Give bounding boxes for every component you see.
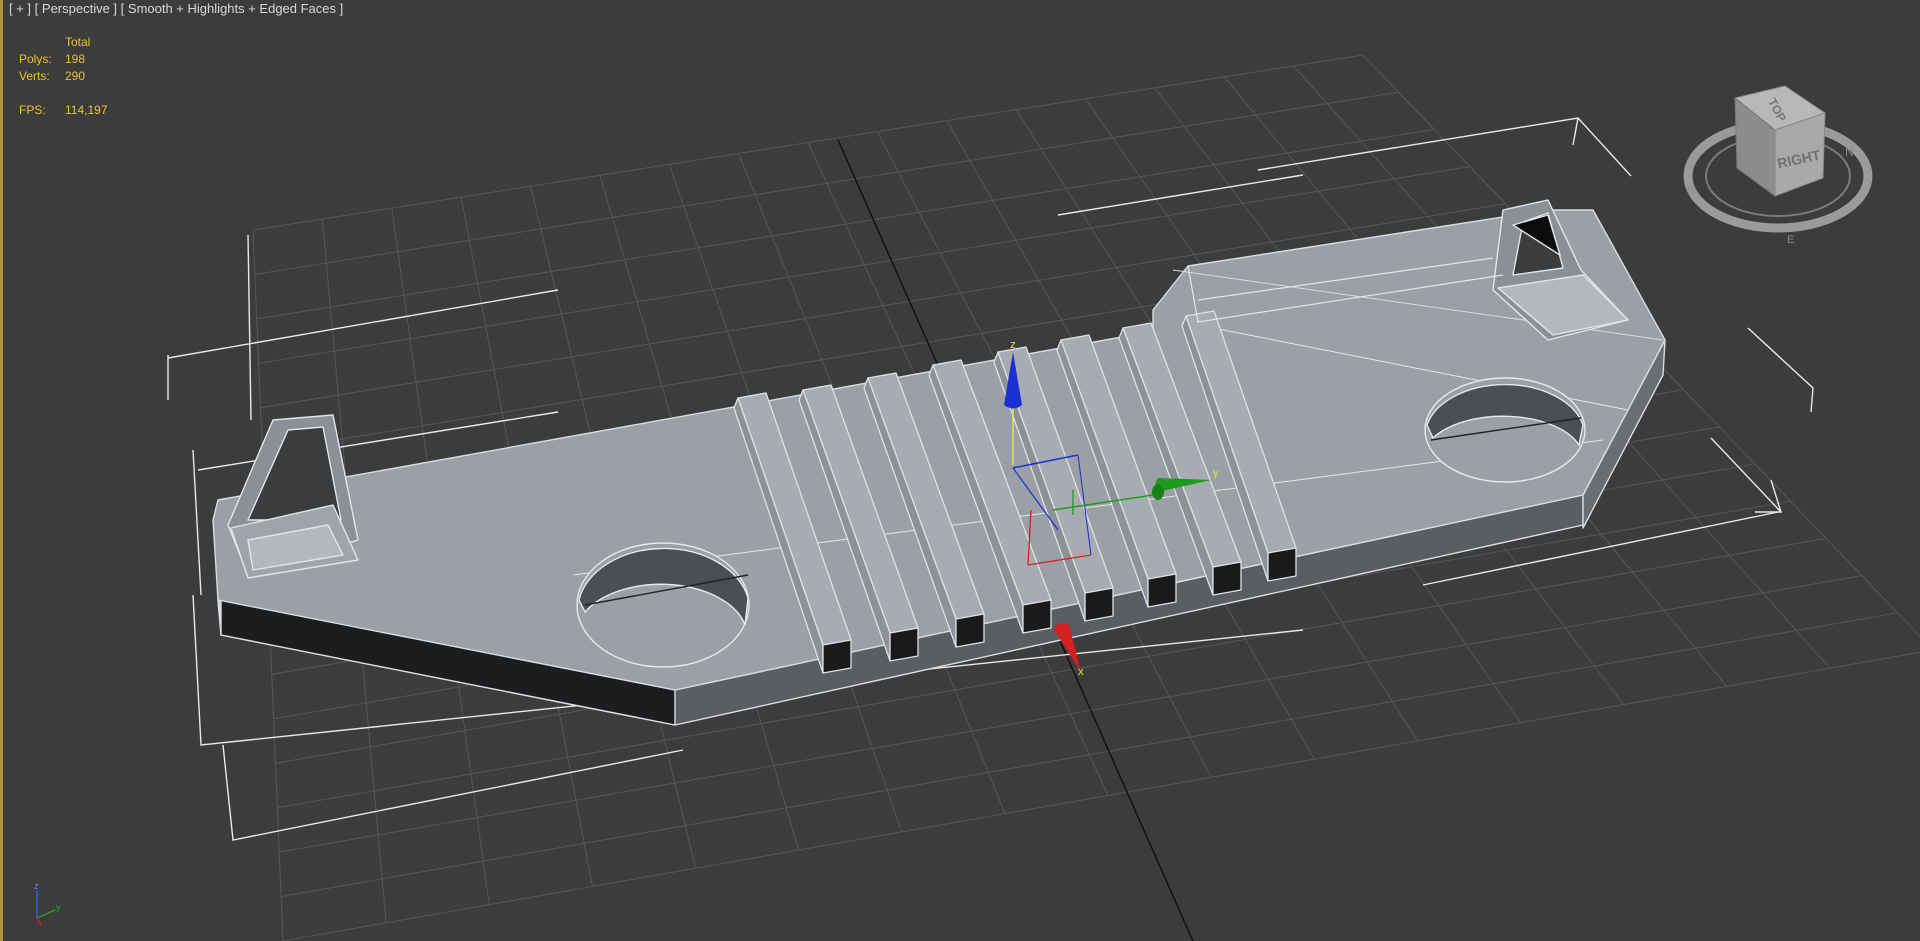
polys-value: 198 bbox=[65, 52, 86, 66]
svg-text:z: z bbox=[34, 881, 39, 891]
stats-header: Total bbox=[65, 35, 91, 49]
perspective-viewport[interactable]: z y x [ + ] [ Perspective ] [ Smooth + H… bbox=[0, 0, 1920, 941]
statistics-overlay: Total Polys: 198 Verts: 290 FPS: 114,197 bbox=[19, 34, 108, 119]
rib-end bbox=[1147, 573, 1177, 608]
rib-end bbox=[1212, 561, 1242, 596]
fps-value: 114,197 bbox=[65, 103, 108, 117]
viewport-label-menu[interactable]: [ + ] [ Perspective ] [ Smooth + Highlig… bbox=[9, 1, 343, 16]
rib-end bbox=[955, 613, 985, 648]
viewcube[interactable]: S N E TOP RIGHT bbox=[1675, 78, 1875, 258]
verts-label: Verts: bbox=[19, 69, 50, 83]
svg-text:y: y bbox=[56, 902, 61, 912]
gizmo-x-label: x bbox=[1078, 666, 1084, 678]
hole-right bbox=[1424, 377, 1586, 483]
axis-tripod-icon: z y bbox=[34, 881, 61, 927]
svg-text:E: E bbox=[1787, 234, 1794, 246]
viewport-plus-menu[interactable]: [ + ] bbox=[9, 1, 31, 16]
scene-canvas[interactable]: z y x bbox=[3, 0, 1920, 941]
viewport-view-menu[interactable]: [ Perspective ] bbox=[35, 1, 117, 16]
fps-label: FPS: bbox=[19, 103, 46, 117]
gizmo-y-label: y bbox=[1213, 467, 1219, 479]
left-bracket bbox=[227, 414, 359, 579]
rib-end bbox=[1022, 599, 1052, 634]
viewport-shading-menu[interactable]: [ Smooth + Highlights + Edged Faces ] bbox=[121, 1, 344, 16]
rib-end bbox=[1267, 547, 1297, 582]
hole-left bbox=[576, 542, 750, 668]
rib-end bbox=[889, 627, 919, 662]
verts-value: 290 bbox=[65, 69, 86, 83]
svg-text:N: N bbox=[1845, 145, 1854, 159]
gizmo-z-label: z bbox=[1010, 339, 1016, 351]
rib-end bbox=[1084, 587, 1114, 622]
rib-end bbox=[822, 639, 852, 674]
svg-text:S: S bbox=[1687, 183, 1695, 197]
polys-label: Polys: bbox=[19, 52, 52, 66]
